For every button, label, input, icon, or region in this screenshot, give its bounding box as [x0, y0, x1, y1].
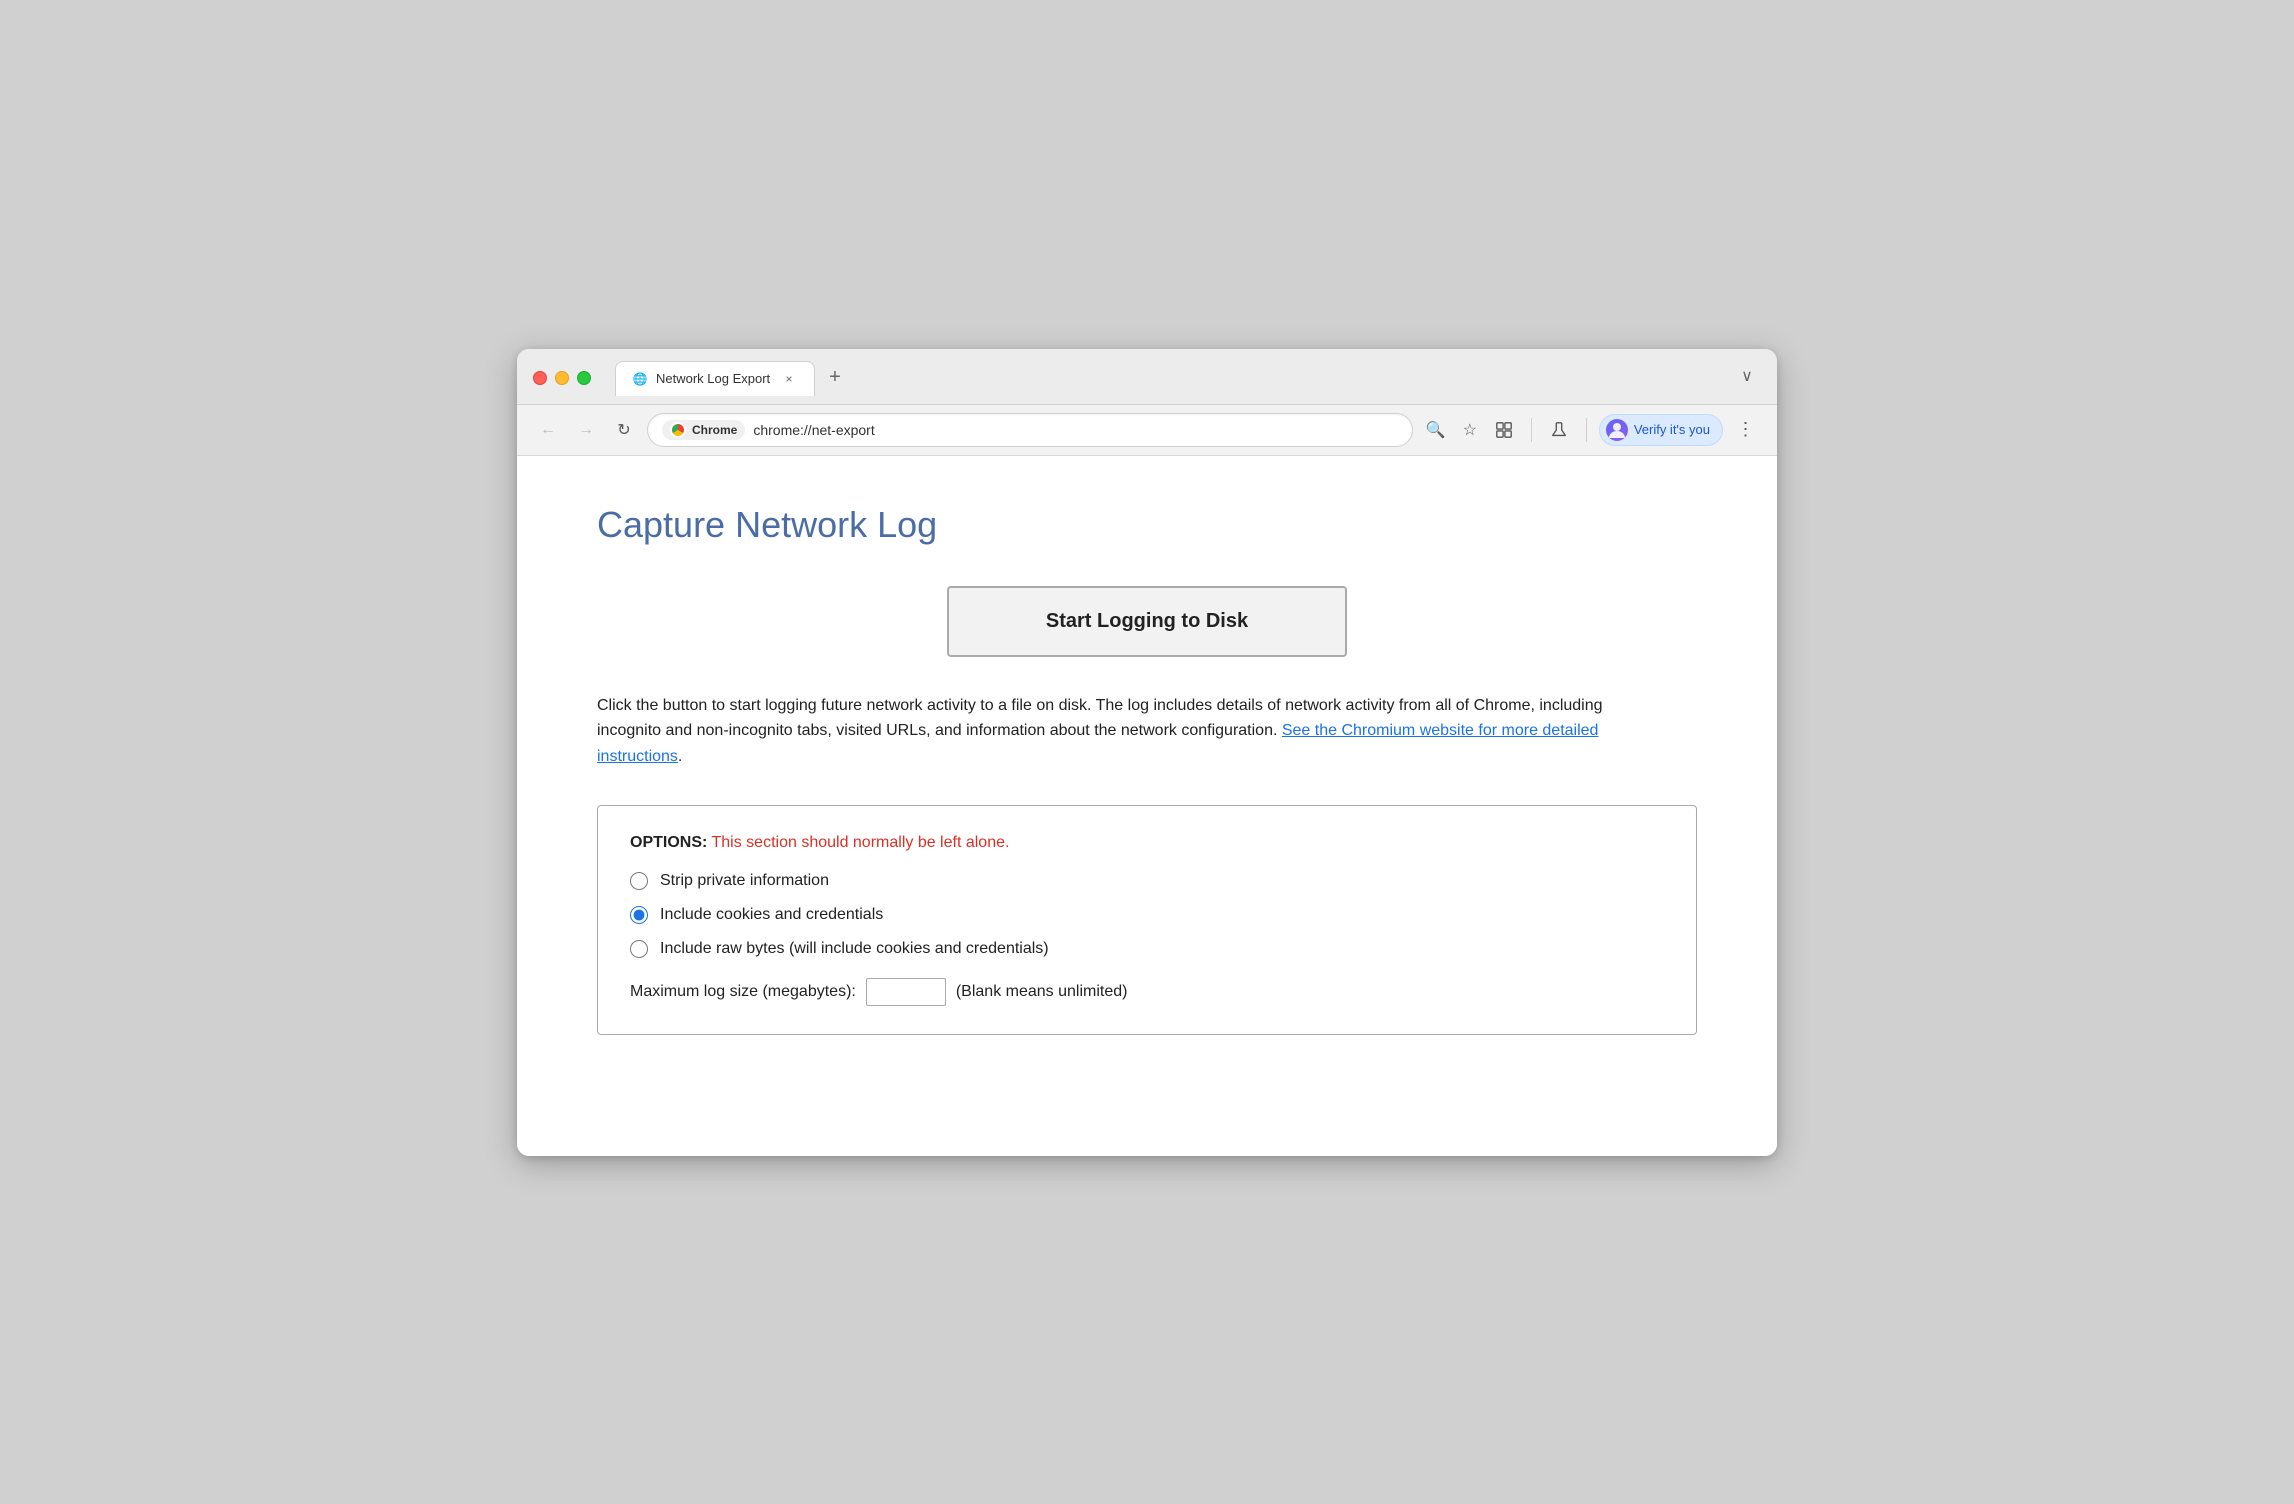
browser-window: 🌐 Network Log Export × + ∨ ← → ↻ Chrome … [517, 349, 1777, 1156]
title-bar: 🌐 Network Log Export × + ∨ [517, 349, 1777, 405]
expand-button[interactable]: ∨ [1733, 362, 1761, 390]
new-tab-button[interactable]: + [819, 362, 851, 394]
tab-title: Network Log Export [656, 371, 772, 386]
max-size-input[interactable] [866, 978, 946, 1006]
radio-item-strip[interactable]: Strip private information [630, 872, 1664, 890]
page-title: Capture Network Log [597, 504, 1697, 546]
chrome-badge: Chrome [662, 420, 745, 440]
avatar [1606, 419, 1628, 441]
options-header: OPTIONS: This section should normally be… [630, 834, 1664, 852]
search-icon[interactable]: 🔍 [1421, 415, 1451, 445]
address-bar[interactable]: Chrome chrome://net-export [647, 413, 1413, 447]
active-tab[interactable]: 🌐 Network Log Export × [615, 361, 815, 396]
close-button[interactable] [533, 371, 547, 385]
radio-strip-label: Strip private information [660, 872, 829, 890]
bookmark-icon[interactable]: ☆ [1455, 415, 1485, 445]
nav-divider [1531, 418, 1532, 442]
nav-divider-2 [1586, 418, 1587, 442]
options-box: OPTIONS: This section should normally be… [597, 805, 1697, 1035]
verify-label: Verify it's you [1634, 422, 1710, 437]
reload-button[interactable]: ↻ [609, 415, 639, 445]
radio-group: Strip private information Include cookie… [630, 872, 1664, 958]
chrome-label: Chrome [692, 423, 737, 437]
url-text: chrome://net-export [753, 422, 1397, 438]
max-size-row: Maximum log size (megabytes): (Blank mea… [630, 978, 1664, 1006]
radio-cookies[interactable] [630, 906, 648, 924]
radio-raw[interactable] [630, 940, 648, 958]
tab-favicon: 🌐 [632, 371, 648, 387]
lab-icon[interactable] [1544, 415, 1574, 445]
tab-close-button[interactable]: × [780, 370, 798, 388]
radio-raw-label: Include raw bytes (will include cookies … [660, 940, 1049, 958]
extension-icon[interactable] [1489, 415, 1519, 445]
radio-cookies-label: Include cookies and credentials [660, 906, 883, 924]
profile-button[interactable]: Verify it's you [1599, 414, 1723, 446]
start-logging-button[interactable]: Start Logging to Disk [947, 586, 1347, 657]
radio-item-raw[interactable]: Include raw bytes (will include cookies … [630, 940, 1664, 958]
options-warning: This section should normally be left alo… [712, 834, 1010, 851]
minimize-button[interactable] [555, 371, 569, 385]
radio-item-cookies[interactable]: Include cookies and credentials [630, 906, 1664, 924]
back-button[interactable]: ← [533, 415, 563, 445]
description-text: Click the button to start logging future… [597, 693, 1647, 770]
navigation-bar: ← → ↻ Chrome chrome://net-export 🔍 ☆ [517, 405, 1777, 456]
options-label: OPTIONS: [630, 834, 707, 851]
page-content: Capture Network Log Start Logging to Dis… [517, 456, 1777, 1156]
maximize-button[interactable] [577, 371, 591, 385]
max-size-hint: (Blank means unlimited) [956, 983, 1128, 1001]
forward-button[interactable]: → [571, 415, 601, 445]
traffic-lights [533, 371, 591, 385]
menu-button[interactable]: ⋮ [1731, 415, 1761, 445]
max-size-label: Maximum log size (megabytes): [630, 983, 856, 1001]
description-end: . [678, 748, 682, 765]
tabs-row: 🌐 Network Log Export × + [615, 361, 851, 396]
radio-strip[interactable] [630, 872, 648, 890]
nav-icons: 🔍 ☆ [1421, 415, 1519, 445]
chrome-icon [670, 422, 686, 438]
